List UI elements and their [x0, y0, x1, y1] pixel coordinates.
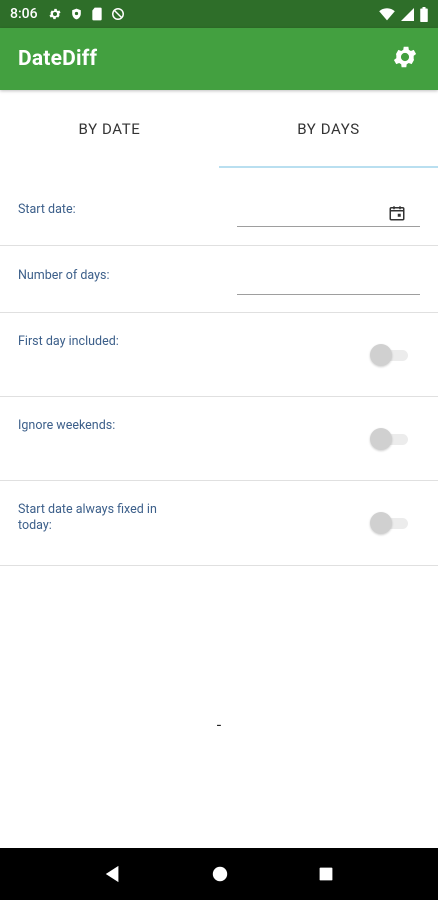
status-right-icons	[379, 6, 428, 22]
app-bar: DateDiff	[0, 28, 438, 90]
shield-icon	[70, 7, 83, 21]
no-sync-icon	[111, 7, 125, 21]
app-title: DateDiff	[18, 47, 98, 71]
first-day-included-label: First day included:	[18, 334, 119, 349]
navigation-bar	[0, 848, 438, 900]
home-icon[interactable]	[211, 865, 229, 883]
signal-icon	[401, 7, 414, 21]
ignore-weekends-row: Ignore weekends:	[0, 397, 438, 481]
tab-by-days[interactable]: BY DAYS	[219, 90, 438, 168]
result-text: -	[216, 715, 222, 734]
ignore-weekends-label: Ignore weekends:	[18, 418, 116, 433]
tab-by-date[interactable]: BY DATE	[0, 90, 219, 168]
recents-icon[interactable]	[318, 866, 334, 882]
tab-bar: BY DATE BY DAYS	[0, 90, 438, 168]
ignore-weekends-switch[interactable]	[370, 427, 410, 451]
sd-card-icon	[91, 7, 103, 21]
switch-thumb	[370, 428, 392, 450]
switch-thumb	[370, 512, 392, 534]
switch-thumb	[370, 344, 392, 366]
back-icon[interactable]	[104, 865, 122, 883]
number-of-days-row: Number of days:	[0, 246, 438, 313]
gear-icon	[391, 43, 419, 75]
start-fixed-today-label: Start date always fixed in today:	[18, 502, 157, 533]
start-fixed-today-switch[interactable]	[370, 511, 410, 535]
gear-icon	[48, 7, 62, 21]
start-fixed-today-row: Start date always fixed in today:	[0, 481, 438, 566]
number-of-days-label: Number of days:	[18, 268, 110, 283]
battery-icon	[420, 6, 428, 22]
calendar-icon[interactable]	[388, 204, 406, 226]
status-time: 8:06	[10, 6, 38, 22]
number-of-days-field[interactable]	[237, 270, 420, 295]
start-date-field[interactable]	[237, 202, 420, 227]
start-date-row: Start date:	[0, 168, 438, 246]
start-date-label: Start date:	[18, 202, 76, 217]
status-bar: 8:06	[0, 0, 438, 28]
first-day-included-row: First day included:	[0, 313, 438, 397]
settings-button[interactable]	[390, 44, 420, 74]
first-day-included-switch[interactable]	[370, 343, 410, 367]
status-left-icons	[48, 7, 125, 21]
wifi-icon	[379, 7, 395, 21]
